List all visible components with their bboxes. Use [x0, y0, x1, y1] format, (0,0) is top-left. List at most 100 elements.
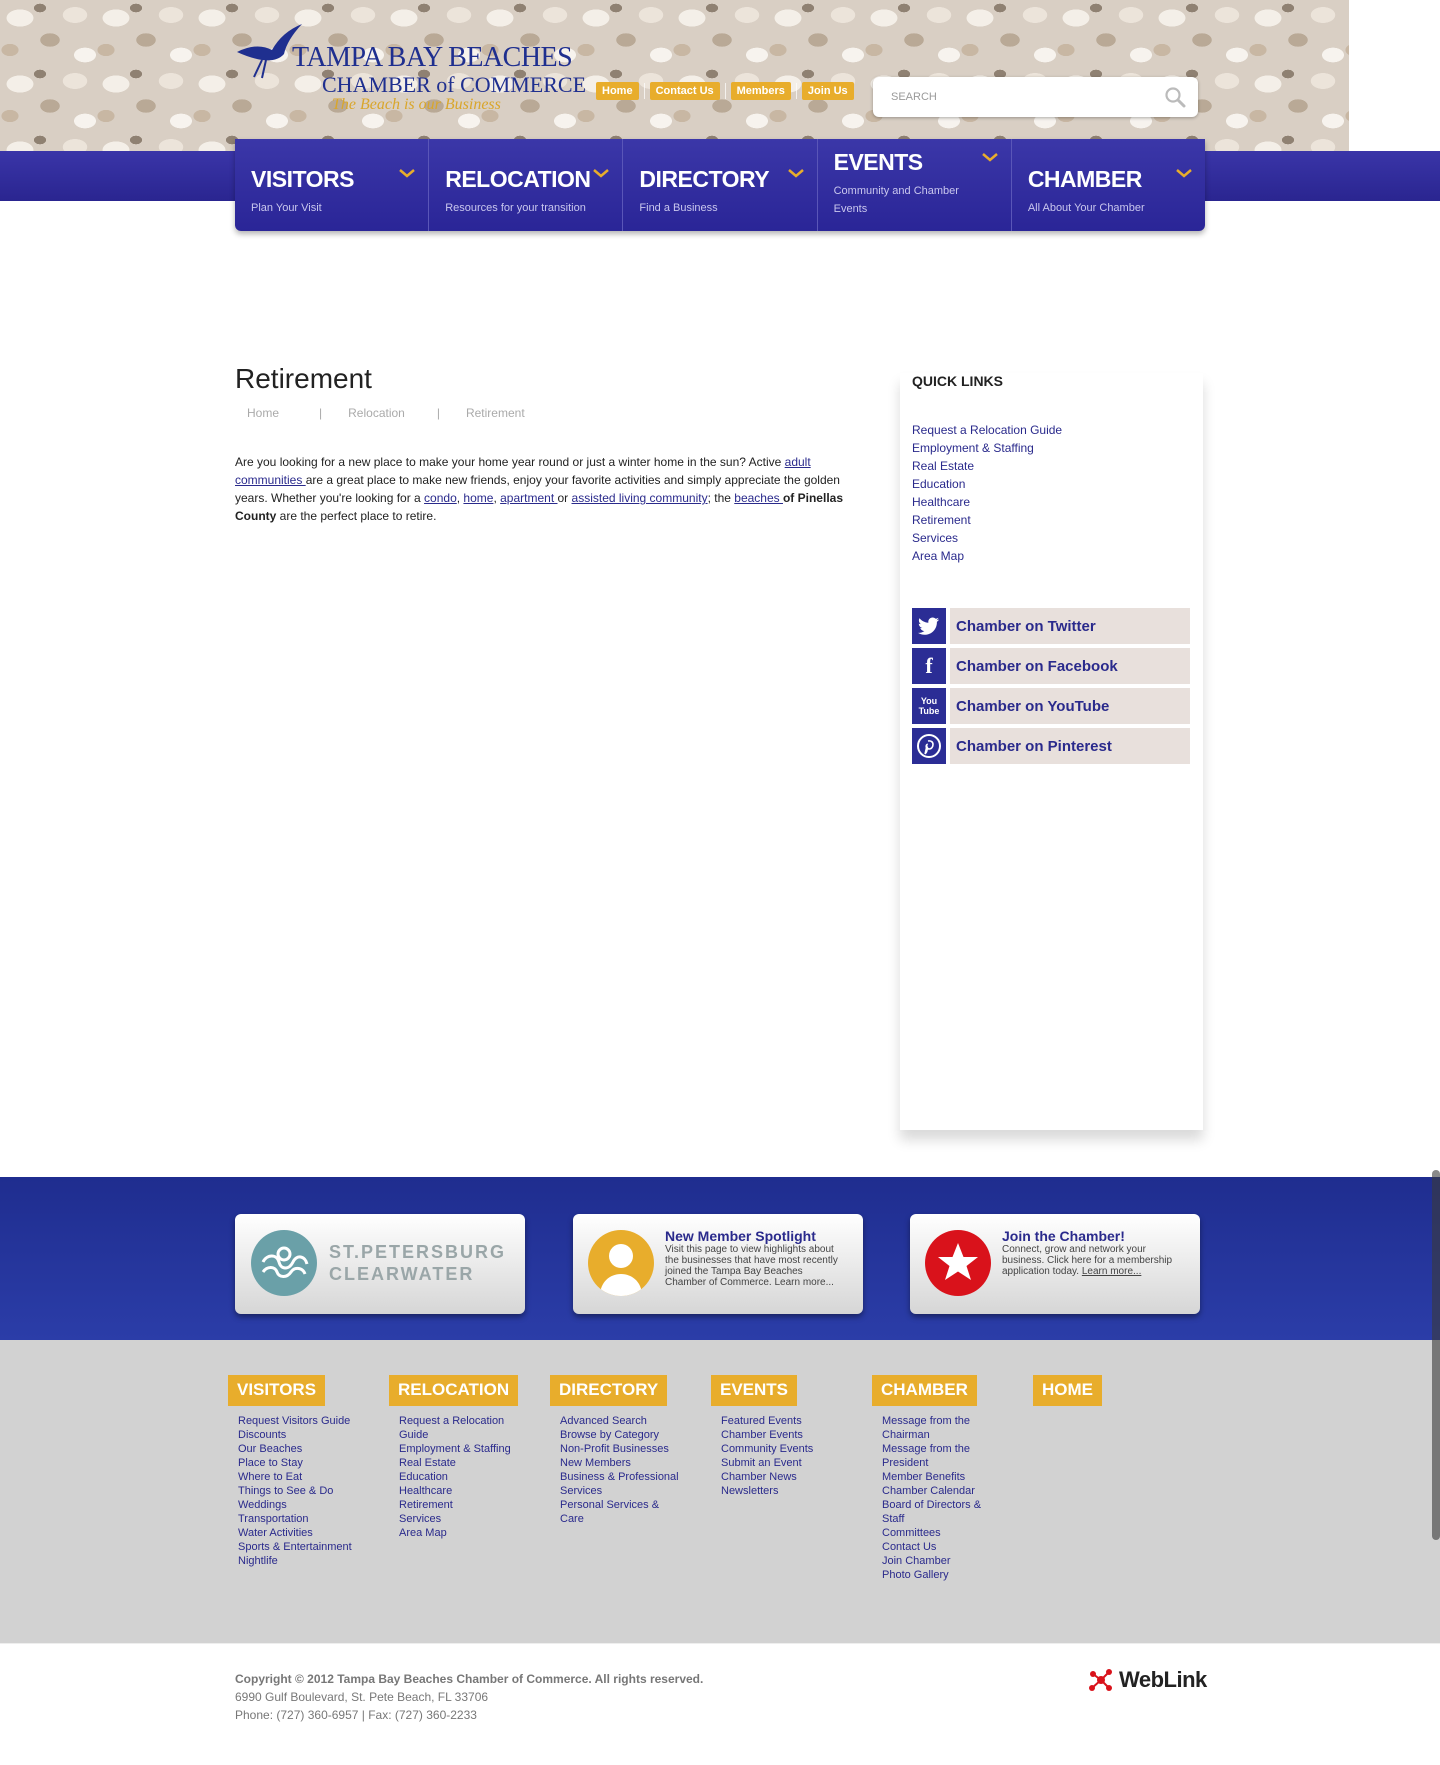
quick-link-real-estate[interactable]: Real Estate: [912, 459, 974, 473]
divider: [795, 83, 797, 99]
top-links: Home Contact Us Members Join Us: [596, 82, 854, 100]
join-chamber-card[interactable]: Join the Chamber! Connect, grow and netw…: [910, 1214, 1200, 1314]
search-input[interactable]: [891, 87, 1141, 107]
footer-heading[interactable]: RELOCATION: [389, 1375, 519, 1406]
footer-heading[interactable]: EVENTS: [711, 1375, 798, 1406]
footer-link[interactable]: Area Map: [399, 1526, 519, 1540]
chamber-logo[interactable]: TAMPA BAY BEACHES CHAMBER of COMMERCE Th…: [232, 22, 586, 117]
footer-link[interactable]: Place to Stay: [238, 1456, 358, 1470]
footer-link[interactable]: Board of Directors & Staff: [882, 1498, 982, 1526]
footer-link[interactable]: Our Beaches: [238, 1442, 358, 1456]
nav-relocation[interactable]: RELOCATION Resources for your transition: [429, 139, 624, 231]
nav-visitors[interactable]: VISITORS Plan Your Visit: [235, 139, 430, 231]
link-apartment[interactable]: apartment: [500, 491, 557, 505]
footer-col-home: HOME: [1033, 1375, 1163, 1414]
copyright-bar: Copyright © 2012 Tampa Bay Beaches Chamb…: [0, 1643, 1440, 1765]
nav-subtitle: Resources for your transition: [445, 202, 586, 214]
social-twitter[interactable]: Chamber on Twitter: [912, 608, 1190, 644]
footer-link[interactable]: Join Chamber: [882, 1554, 982, 1568]
footer-link[interactable]: Browse by Category: [560, 1428, 680, 1442]
footer-link[interactable]: Contact Us: [882, 1540, 982, 1554]
footer-heading[interactable]: HOME: [1033, 1375, 1102, 1406]
footer-link[interactable]: Newsletters: [721, 1484, 841, 1498]
footer-link[interactable]: Non-Profit Businesses: [560, 1442, 680, 1456]
footer-link[interactable]: Healthcare: [399, 1484, 519, 1498]
footer-link[interactable]: Nightlife: [238, 1554, 358, 1568]
footer-link[interactable]: Weddings: [238, 1498, 358, 1512]
footer-link[interactable]: Retirement: [399, 1498, 519, 1512]
footer-link[interactable]: Personal Services & Care: [560, 1498, 680, 1526]
text: ; the: [707, 491, 735, 505]
footer-link[interactable]: Where to Eat: [238, 1470, 358, 1484]
quick-link-employment[interactable]: Employment & Staffing: [912, 441, 1034, 455]
footer-link[interactable]: Services: [399, 1512, 519, 1526]
footer-link[interactable]: Request a Relocation Guide: [399, 1414, 519, 1442]
quick-link-education[interactable]: Education: [912, 477, 965, 491]
breadcrumb-relocation[interactable]: Relocation: [348, 406, 405, 420]
link-home[interactable]: home: [463, 491, 493, 505]
breadcrumb-retirement[interactable]: Retirement: [466, 406, 525, 420]
footer-link[interactable]: New Members: [560, 1456, 680, 1470]
footer-link[interactable]: Member Benefits: [882, 1470, 982, 1484]
social-youtube[interactable]: You Tube Chamber on YouTube: [912, 688, 1190, 724]
footer-heading[interactable]: CHAMBER: [872, 1375, 977, 1406]
quick-link-healthcare[interactable]: Healthcare: [912, 495, 970, 509]
footer-heading[interactable]: DIRECTORY: [550, 1375, 668, 1406]
text: or: [557, 491, 572, 505]
nav-directory[interactable]: DIRECTORY Find a Business: [623, 139, 818, 231]
footer-link[interactable]: Request Visitors Guide: [238, 1414, 358, 1428]
chevron-down-icon: [1176, 169, 1192, 178]
footer-link[interactable]: Message from the President: [882, 1442, 982, 1470]
footer-link[interactable]: Sports & Entertainment: [238, 1540, 358, 1554]
social-facebook[interactable]: f Chamber on Facebook: [912, 648, 1190, 684]
footer-link[interactable]: Things to See & Do: [238, 1484, 358, 1498]
footer-link[interactable]: Chamber News: [721, 1470, 841, 1484]
social-pinterest[interactable]: Chamber on Pinterest: [912, 728, 1190, 764]
footer-link[interactable]: Message from the Chairman: [882, 1414, 982, 1442]
nav-chamber[interactable]: CHAMBER All About Your Chamber: [1012, 139, 1205, 231]
breadcrumb-separator: |: [436, 406, 440, 420]
quick-link-relocation-guide[interactable]: Request a Relocation Guide: [912, 423, 1062, 437]
quick-link-retirement[interactable]: Retirement: [912, 513, 971, 527]
footer-link[interactable]: Employment & Staffing: [399, 1442, 519, 1456]
new-member-spotlight-card[interactable]: New Member Spotlight Visit this page to …: [573, 1214, 863, 1314]
learn-more-link[interactable]: Learn more...: [774, 1277, 833, 1288]
link-beaches[interactable]: beaches: [734, 491, 783, 505]
quick-link-services[interactable]: Services: [912, 531, 958, 545]
footer-link[interactable]: Committees: [882, 1526, 982, 1540]
breadcrumb-home[interactable]: Home: [247, 406, 279, 420]
top-link-members[interactable]: Members: [730, 82, 791, 100]
top-link-join-us[interactable]: Join Us: [801, 82, 854, 100]
nav-events[interactable]: EVENTS Community and Chamber Events: [818, 139, 1012, 231]
social-links: Chamber on Twitter f Chamber on Facebook…: [912, 608, 1190, 768]
youtube-glyph-tube: Tube: [918, 706, 940, 716]
logo-title: TAMPA BAY BEACHES: [292, 42, 573, 73]
footer-link[interactable]: Real Estate: [399, 1456, 519, 1470]
footer-link[interactable]: Advanced Search: [560, 1414, 680, 1428]
top-link-contact-us[interactable]: Contact Us: [649, 82, 720, 100]
quick-link-area-map[interactable]: Area Map: [912, 549, 964, 563]
weblink-logo[interactable]: WebLink: [1087, 1666, 1207, 1694]
footer-link[interactable]: Water Activities: [238, 1526, 358, 1540]
footer-link[interactable]: Business & Professional Services: [560, 1470, 680, 1498]
footer-heading[interactable]: VISITORS: [228, 1375, 326, 1406]
footer-link[interactable]: Education: [399, 1470, 519, 1484]
footer-link[interactable]: Discounts: [238, 1428, 358, 1442]
link-condo[interactable]: condo: [424, 491, 457, 505]
footer-link[interactable]: Transportation: [238, 1512, 358, 1526]
social-label: Chamber on YouTube: [950, 688, 1190, 724]
search-icon[interactable]: [1164, 86, 1186, 108]
footer-link[interactable]: Featured Events: [721, 1414, 841, 1428]
top-link-home[interactable]: Home: [596, 82, 639, 100]
footer-link[interactable]: Submit an Event: [721, 1456, 841, 1470]
nav-subtitle: Plan Your Visit: [251, 202, 322, 214]
footer-link[interactable]: Chamber Events: [721, 1428, 841, 1442]
footer-link[interactable]: Community Events: [721, 1442, 841, 1456]
scrollbar[interactable]: [1432, 1170, 1440, 1540]
footer-link[interactable]: Chamber Calendar: [882, 1484, 982, 1498]
spc-text: ST.PETERSBURG: [329, 1242, 507, 1262]
link-assisted-living[interactable]: assisted living community: [572, 491, 708, 505]
footer-link[interactable]: Photo Gallery: [882, 1568, 982, 1582]
learn-more-link[interactable]: Learn more...: [1082, 1266, 1141, 1277]
st-petersburg-clearwater-card[interactable]: ST.PETERSBURG CLEARWATER: [235, 1214, 525, 1314]
